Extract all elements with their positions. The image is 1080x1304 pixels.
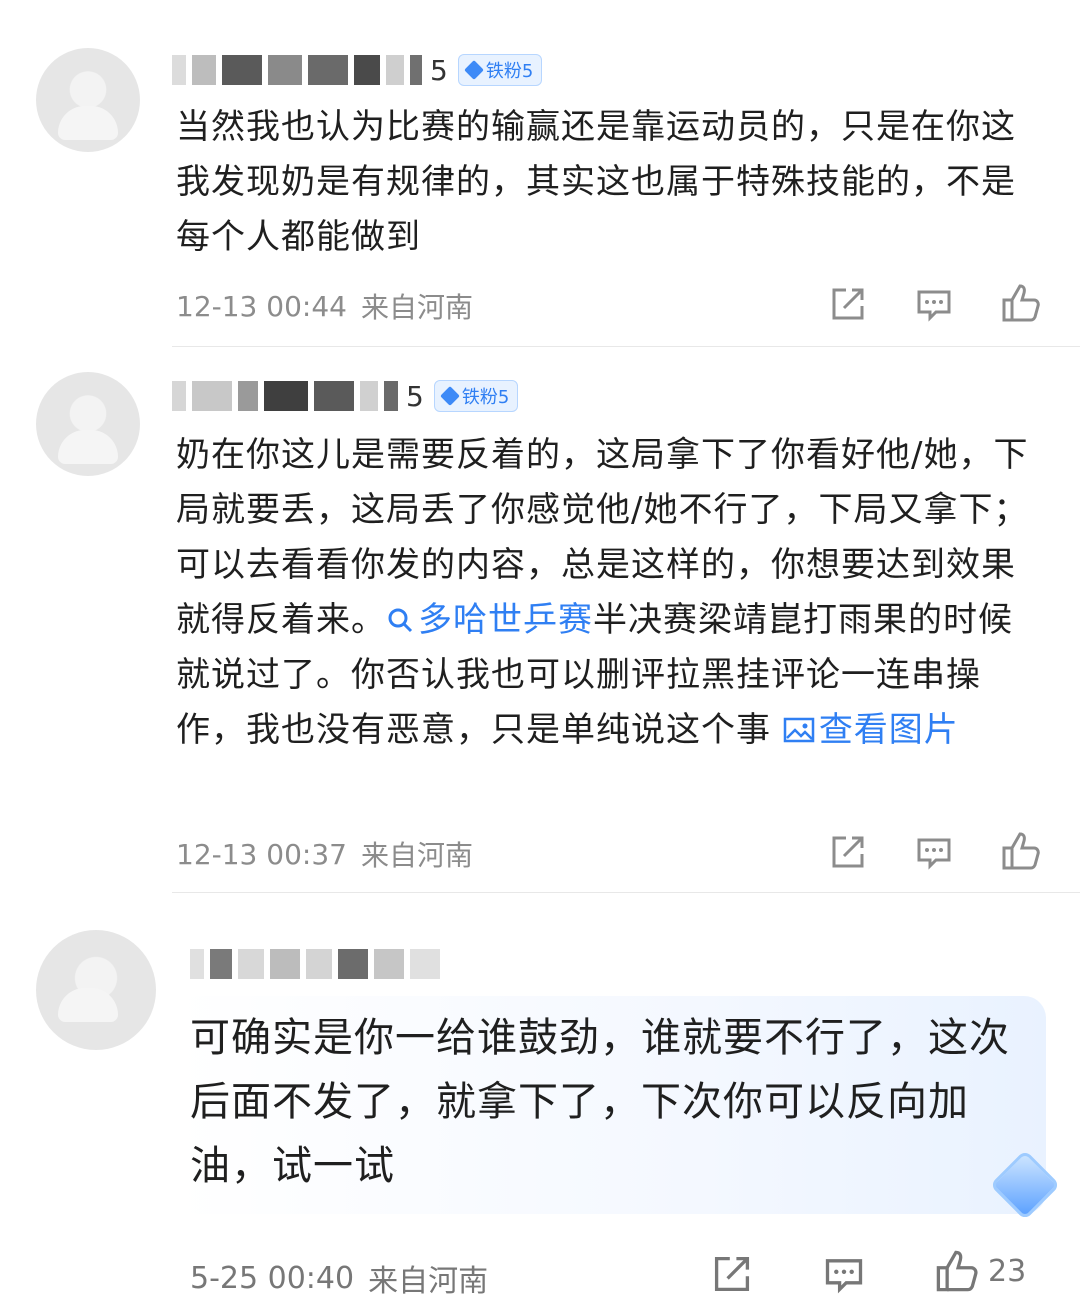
- diamond-icon: [439, 386, 460, 406]
- diamond-icon: [463, 60, 484, 80]
- comment-icon: [917, 290, 951, 322]
- timestamp: 12-13 00:44: [176, 289, 347, 323]
- username-blurred[interactable]: [190, 944, 446, 984]
- like-button[interactable]: [1000, 282, 1042, 324]
- share-button[interactable]: [828, 284, 868, 324]
- share-button[interactable]: [828, 832, 868, 872]
- comment-text: 当然我也认为比赛的输赢还是靠运动员的，只是在你这我发现奶是有规律的，其实这也属于…: [176, 107, 1016, 257]
- comment-text: 奶在你这儿是需要反着的，这局拿下了你看好他/她，下局就要丢，这局丢了你感觉他/她…: [176, 435, 1029, 750]
- comment-icon: [917, 838, 951, 870]
- divider: [172, 346, 1080, 347]
- comment-button[interactable]: [914, 284, 954, 324]
- comment-text: 可确实是你一给谁鼓劲，谁就要不行了，这次后面不发了，就拿下了，下次你可以反向加油…: [190, 1015, 1010, 1189]
- share-icon: [832, 836, 864, 868]
- username-blurred[interactable]: 5 铁粉5: [172, 376, 519, 416]
- avatar[interactable]: [36, 48, 140, 152]
- timestamp: 12-13 00:37: [176, 837, 347, 871]
- fan-badge[interactable]: 铁粉5: [457, 54, 543, 86]
- timestamp: 5-25 00:40: [190, 1260, 355, 1296]
- like-icon: [1002, 284, 1040, 322]
- topic-link[interactable]: 多哈世乒赛: [386, 600, 593, 640]
- like-icon: [936, 1250, 978, 1292]
- divider: [172, 892, 1080, 893]
- location: 来自河南: [360, 839, 473, 872]
- comment-button[interactable]: [914, 832, 954, 872]
- view-image-link[interactable]: 查看图片: [783, 710, 959, 750]
- like-icon: [1002, 832, 1040, 870]
- comment-button[interactable]: [822, 1252, 866, 1296]
- like-button[interactable]: [1000, 830, 1042, 872]
- like-button[interactable]: 23: [934, 1248, 1026, 1294]
- image-icon: [783, 717, 815, 743]
- location: 来自河南: [360, 291, 473, 324]
- username-blurred[interactable]: 5 铁粉5: [172, 50, 543, 90]
- comment-meta: 12-13 00:37 来自河南: [176, 834, 473, 874]
- share-button[interactable]: [710, 1252, 754, 1296]
- fan-badge[interactable]: 铁粉5: [433, 380, 519, 412]
- like-count: 23: [988, 1253, 1027, 1289]
- avatar[interactable]: [36, 372, 140, 476]
- avatar[interactable]: [36, 930, 156, 1050]
- user-level: 5: [430, 53, 448, 87]
- share-icon: [714, 1256, 750, 1292]
- share-icon: [832, 288, 864, 320]
- search-icon: [388, 608, 413, 633]
- comment-icon: [825, 1259, 863, 1294]
- comment-meta: 5-25 00:40 来自河南: [190, 1256, 488, 1300]
- user-level: 5: [406, 379, 424, 413]
- location: 来自河南: [368, 1264, 489, 1299]
- comment-meta: 12-13 00:44 来自河南: [176, 286, 473, 326]
